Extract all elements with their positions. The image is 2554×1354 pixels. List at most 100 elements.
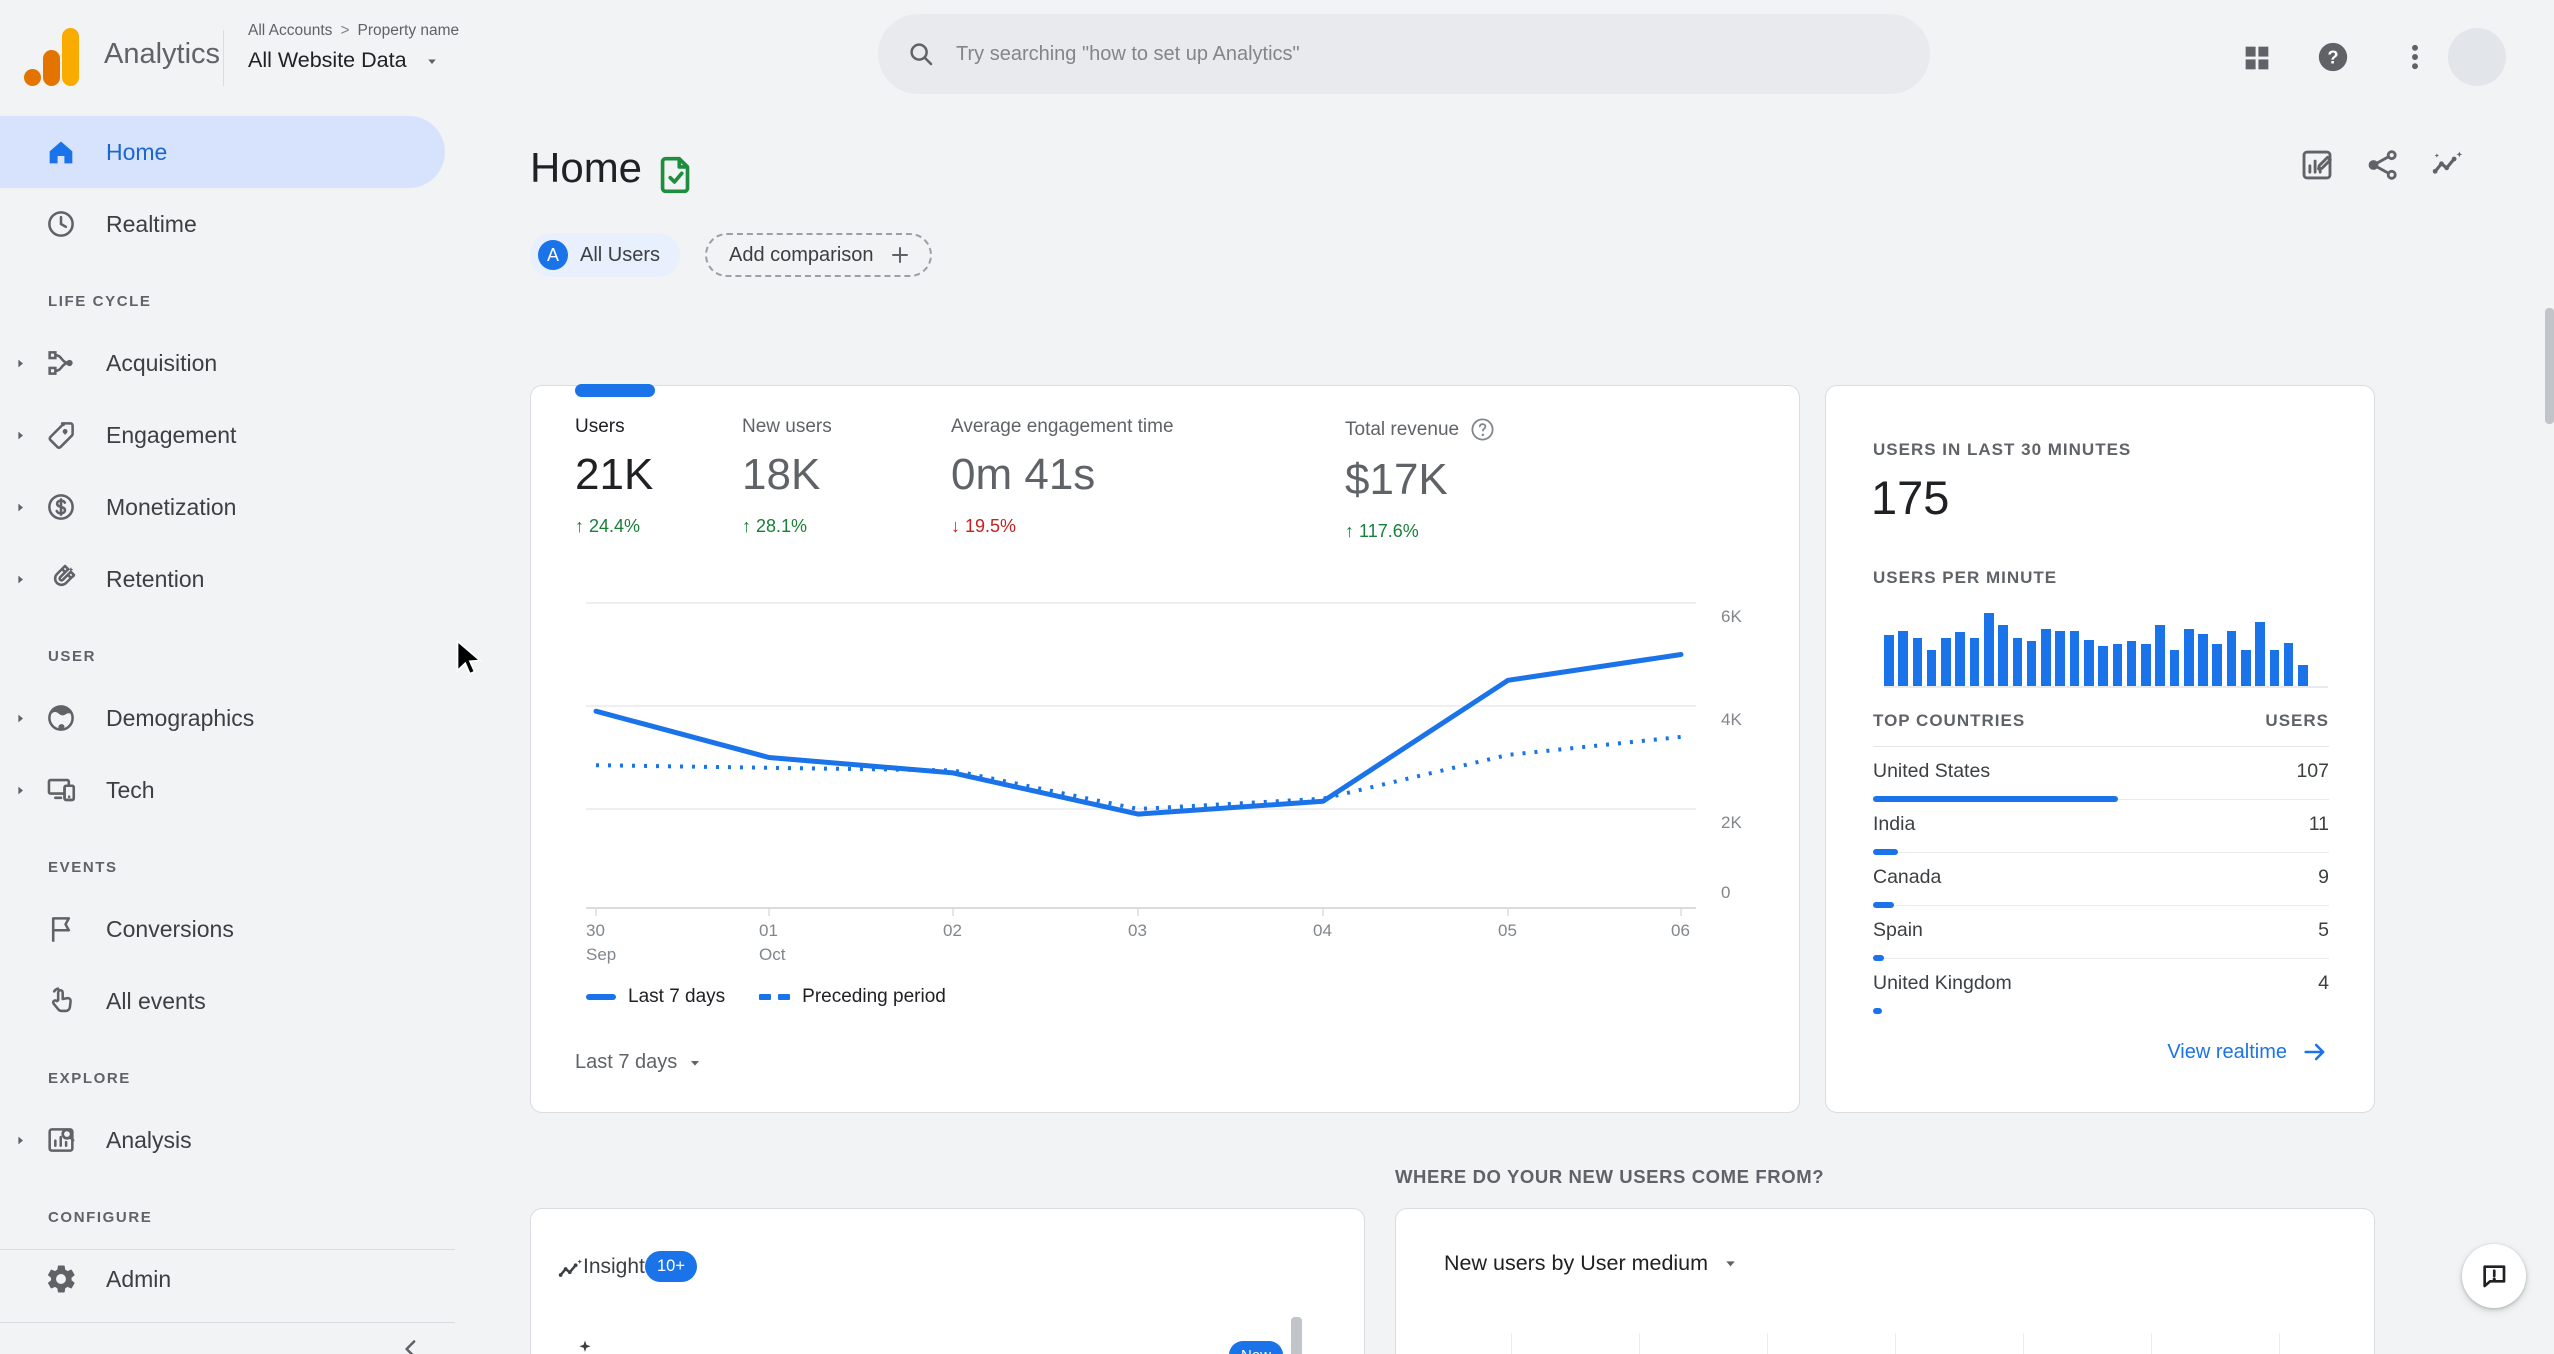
ga-home-page: Analytics All Accounts > Property name All… (0, 0, 2554, 1354)
metric-new-users[interactable]: New users 18K ↑ 28.1% (742, 416, 832, 537)
svg-text:04: 04 (1313, 921, 1332, 940)
sidebar-item-demographics[interactable]: Demographics (0, 682, 445, 754)
app-name: Analytics (104, 38, 221, 70)
svg-text:?: ? (2327, 46, 2338, 67)
help-outline-icon[interactable] (1459, 416, 1496, 443)
all-users-label: All Users (580, 243, 661, 266)
collapse-sidebar-icon[interactable] (396, 1334, 426, 1354)
feedback-chat-button[interactable] (2462, 1244, 2526, 1308)
sidebar-item-tech[interactable]: Tech (0, 754, 445, 826)
insights-card[interactable]: Insights 10+ New (530, 1208, 1365, 1354)
expand-chevron-icon[interactable] (0, 327, 40, 399)
chart-gridline (2023, 1333, 2024, 1354)
new-users-card: New users by User medium (1395, 1208, 2375, 1354)
new-users-dimension-dropdown[interactable]: New users by User medium (1444, 1251, 1739, 1276)
upm-bar (2141, 644, 2151, 686)
all-users-avatar: A (538, 240, 568, 270)
svg-text:06: 06 (1671, 921, 1690, 940)
upm-bar (2041, 629, 2051, 686)
mouse-cursor (455, 640, 485, 676)
sidebar-divider (0, 1249, 455, 1250)
realtime-users-value: 175 (1871, 471, 1950, 524)
expand-chevron-icon[interactable] (0, 471, 40, 543)
country-users: 4 (2318, 972, 2329, 994)
metric-value: 18K (742, 450, 821, 499)
all-users-chip[interactable]: A All Users (530, 233, 681, 277)
chart-gridline (2279, 1333, 2280, 1354)
insights-icon (555, 1255, 585, 1285)
customize-report-icon[interactable] (2298, 146, 2336, 184)
sidebar-item-conversions[interactable]: Conversions (0, 893, 445, 965)
expand-chevron-icon[interactable] (0, 399, 40, 471)
expand-chevron-icon[interactable] (0, 682, 40, 754)
date-range-dropdown[interactable]: Last 7 days (575, 1051, 703, 1074)
country-row-united-kingdom: United Kingdom 4 (1873, 959, 2329, 1014)
new-users-card-title: New users by User medium (1444, 1251, 1709, 1275)
sidebar-item-analysis[interactable]: Analysis (0, 1104, 445, 1176)
metric-delta: ↑ 117.6% (1345, 521, 1419, 541)
chart-gridline (1511, 1333, 1512, 1354)
share-icon[interactable] (2364, 146, 2402, 184)
svg-text:01: 01 (759, 921, 778, 940)
svg-text:02: 02 (943, 921, 962, 940)
search-icon (906, 39, 936, 69)
expand-chevron-icon[interactable] (0, 543, 40, 615)
upm-bar (2241, 650, 2251, 686)
sidebar-item-acquisition[interactable]: Acquisition (0, 327, 445, 399)
country-name: India (1873, 813, 1916, 835)
sidebar-item-realtime[interactable]: Realtime (0, 188, 445, 260)
sidebar-item-engagement[interactable]: Engagement (0, 399, 445, 471)
page-scrollbar-thumb[interactable] (2545, 308, 2554, 424)
insights-sparkline-icon[interactable] (2428, 146, 2466, 184)
insights-scrollbar-thumb[interactable] (1291, 1317, 1302, 1354)
chart-gridline (1639, 1333, 1640, 1354)
breadcrumb-property[interactable]: Property name (358, 22, 460, 39)
upm-bar (2283, 643, 2294, 686)
chevron-down-icon (423, 52, 441, 70)
sidebar-item-monetization[interactable]: Monetization (0, 471, 445, 543)
search-bar[interactable] (878, 14, 1930, 94)
upm-bar (1983, 613, 1994, 686)
upm-bar (1998, 625, 2008, 686)
analytics-logo-icon[interactable] (24, 24, 86, 90)
sidebar-item-all-events[interactable]: All events (0, 965, 445, 1037)
expand-chevron-icon[interactable] (0, 754, 40, 826)
search-input[interactable] (954, 41, 1808, 67)
realtime-title: USERS IN LAST 30 MINUTES (1873, 440, 2132, 459)
metric-label: Users (575, 416, 625, 437)
upm-bar (1941, 638, 1951, 686)
metric-value: $17K (1345, 455, 1448, 504)
apps-grid-icon[interactable] (2240, 41, 2274, 75)
devices-icon (44, 773, 78, 807)
metric-average-engagement-time[interactable]: Average engagement time 0m 41s ↓ 19.5% (951, 416, 1174, 537)
svg-text:Sep: Sep (586, 945, 616, 964)
sidebar-item-label: Tech (106, 776, 155, 803)
country-name: Spain (1873, 919, 1923, 941)
view-realtime-link[interactable]: View realtime (1873, 1038, 2329, 1066)
property-selector[interactable]: All Website Data (248, 48, 441, 73)
caret-down-icon (677, 1055, 703, 1071)
metric-users[interactable]: Users 21K ↑ 24.4% (575, 416, 653, 537)
avatar[interactable] (2448, 28, 2506, 86)
country-row-india: India 11 (1873, 800, 2329, 855)
country-users: 5 (2318, 919, 2329, 941)
help-icon[interactable]: ? (2316, 40, 2350, 74)
add-comparison-button[interactable]: Add comparison (705, 233, 932, 277)
chart-gridline (1767, 1333, 1768, 1354)
sidebar-item-retention[interactable]: Retention (0, 543, 445, 615)
chart-legend: Last 7 days Preceding period (586, 986, 946, 1008)
expand-chevron-icon[interactable] (0, 1104, 40, 1176)
upm-bar (2098, 646, 2108, 686)
sidebar-item-home[interactable]: Home (0, 116, 445, 188)
upm-bar (1884, 635, 1894, 686)
breadcrumb[interactable]: All Accounts > Property name (248, 22, 459, 40)
more-menu-icon[interactable] (2398, 40, 2432, 74)
overview-card: Users 21K ↑ 24.4% New users 18K ↑ 28.1% Averag… (530, 384, 1800, 1113)
upm-bar (2183, 629, 2194, 686)
metric-total-revenue[interactable]: Total revenue $17K ↑ 117.6% (1345, 416, 1496, 542)
svg-text:05: 05 (1498, 921, 1517, 940)
sidebar-item-admin[interactable]: Admin (0, 1243, 445, 1315)
breadcrumb-account[interactable]: All Accounts (248, 22, 332, 39)
